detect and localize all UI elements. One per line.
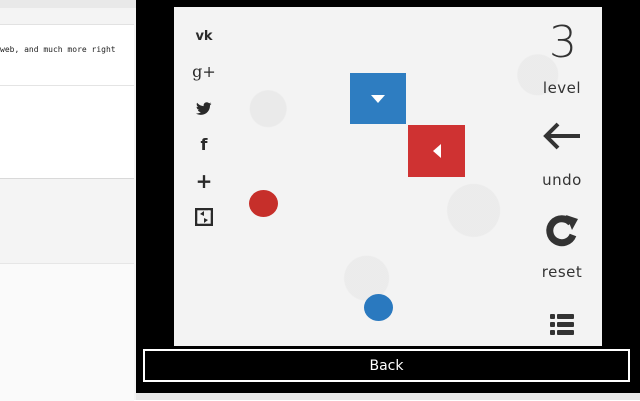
blue-target-dot [364,294,393,321]
reset-icon [546,215,578,247]
reset-label: reset [541,263,583,281]
plus-icon[interactable]: + [192,171,216,191]
refresh-share-glyph [195,208,213,226]
back-button[interactable]: Back [143,349,630,382]
background-page: web, and much more right [0,0,150,401]
facebook-glyph: f [200,135,208,154]
plus-glyph: + [195,169,213,193]
menu-button[interactable] [550,314,574,339]
background-text-snippet: web, and much more right [0,45,116,54]
list-menu-icon [550,314,574,335]
twitter-bird-icon [196,102,212,115]
arrow-down-icon [371,94,385,103]
overlay-bottom-strip [136,393,640,400]
background-divider [0,85,134,86]
undo-label: undo [542,171,582,189]
background-lower-panel [0,263,134,401]
back-button-label: Back [369,357,404,374]
refresh-share-icon[interactable] [192,207,216,227]
background-topbar [0,0,150,8]
arrow-left-undo-icon [543,122,580,150]
reset-button[interactable] [544,213,580,253]
google-plus-icon[interactable]: g+ [192,62,216,82]
level-label: level [542,79,582,97]
facebook-icon[interactable]: f [192,135,216,155]
vk-glyph: vk [195,28,213,44]
undo-button[interactable] [542,120,582,156]
vk-icon[interactable]: vk [192,26,216,46]
red-block[interactable] [408,125,465,177]
level-number: 3 [549,17,577,68]
arrow-left-icon [432,144,441,158]
twitter-icon[interactable] [192,99,216,119]
blue-block[interactable] [350,73,406,124]
red-target-dot [249,190,278,217]
game-board: vk g+ f + 3 level undo reset [174,7,602,346]
google-plus-glyph: g+ [192,62,216,81]
